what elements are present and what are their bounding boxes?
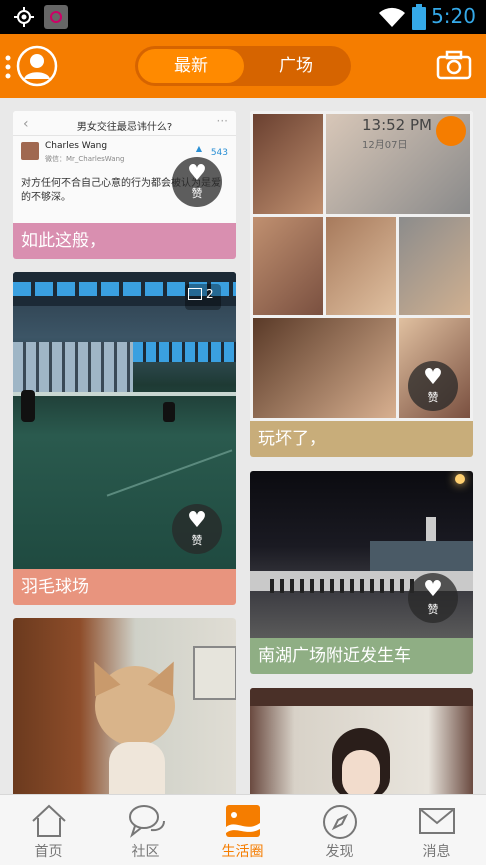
feed-card[interactable] (13, 618, 236, 794)
like-label: 赞 (427, 391, 439, 404)
bottom-nav: 首页 社区 生活圈 发现 消息 (0, 794, 486, 865)
heart-icon: ♥ (423, 365, 443, 390)
like-label: 赞 (191, 534, 203, 547)
feed-segment-control: 最新 广场 (135, 46, 351, 86)
nav-messages[interactable]: 消息 (388, 795, 485, 865)
photo-date: 12月07日 (362, 140, 408, 151)
nav-messages-label: 消息 (422, 844, 451, 860)
card-image (250, 688, 473, 794)
author-avatar (21, 142, 39, 160)
tab-square[interactable]: 广场 (244, 49, 348, 83)
more-icon: ··· (216, 114, 228, 128)
tab-latest[interactable]: 最新 (138, 49, 244, 83)
card-caption: 如此这般， (13, 223, 236, 259)
nav-home[interactable]: 首页 (0, 795, 97, 865)
clock-icon (436, 116, 466, 146)
photo-time: 13:52 PM (362, 116, 432, 134)
chat-bubbles-icon (129, 805, 165, 838)
heart-icon: ♥ (187, 161, 207, 186)
image-card-icon (226, 805, 260, 837)
nav-home-label: 首页 (34, 844, 63, 860)
feed-grid: ‹ 男女交往最忌讳什么? ··· Charles Wang 微信：Mr_Char… (0, 98, 486, 794)
top-bar: 最新 广场 (0, 34, 486, 98)
like-button[interactable]: ♥ 赞 (172, 504, 222, 554)
avatar-icon[interactable] (16, 45, 58, 87)
upvote-icon: ▲ (195, 144, 202, 153)
card-image (13, 618, 236, 794)
nav-life-circle-label: 生活圈 (221, 844, 264, 860)
nav-life-circle[interactable]: 生活圈 (194, 795, 291, 865)
nav-community-label: 社区 (131, 844, 160, 860)
camera-icon[interactable] (436, 50, 472, 80)
battery-icon (412, 4, 426, 30)
feed-card[interactable]: 2 ♥ 赞 羽毛球场 (13, 272, 236, 605)
album-count-badge: 2 (185, 284, 221, 310)
photo-count: 2 (206, 287, 214, 301)
post-wechat: 微信：Mr_CharlesWang (45, 155, 125, 163)
compass-icon (323, 805, 357, 839)
feed-card[interactable] (250, 688, 473, 794)
feed-card[interactable]: ‹ 男女交往最忌讳什么? ··· Charles Wang 微信：Mr_Char… (13, 111, 236, 259)
heart-icon: ♥ (423, 577, 443, 602)
post-title: 男女交往最忌讳什么? (76, 122, 173, 133)
mail-icon (419, 808, 455, 834)
like-label: 赞 (191, 187, 203, 200)
feed-card[interactable]: ♥ 赞 南湖广场附近发生车 (250, 471, 473, 674)
wifi-icon (379, 7, 405, 27)
card-caption: 羽毛球场 (13, 569, 236, 605)
like-label: 赞 (427, 603, 439, 616)
card-caption: 南湖广场附近发生车 (250, 638, 473, 674)
app-notification-icon (44, 5, 68, 29)
like-button[interactable]: ♥ 赞 (408, 361, 458, 411)
heart-icon: ♥ (187, 508, 207, 533)
gps-icon (14, 7, 34, 27)
card-caption: 玩坏了， (250, 421, 473, 457)
nav-discover-label: 发现 (325, 844, 354, 860)
like-button[interactable]: ♥ 赞 (172, 157, 222, 207)
gallery-icon (188, 288, 202, 300)
feed-card[interactable]: 13:52 PM 12月07日 ♥ 赞 玩坏了， (250, 111, 473, 457)
menu-dots-icon[interactable] (4, 54, 12, 80)
status-time: 5:20 (431, 4, 476, 28)
post-author: Charles Wang (45, 141, 108, 151)
post-votes: 543 (210, 148, 228, 158)
status-bar: 5:20 (0, 0, 486, 34)
home-icon (32, 804, 66, 837)
nav-community[interactable]: 社区 (97, 795, 194, 865)
nav-discover[interactable]: 发现 (291, 795, 388, 865)
like-button[interactable]: ♥ 赞 (408, 573, 458, 623)
